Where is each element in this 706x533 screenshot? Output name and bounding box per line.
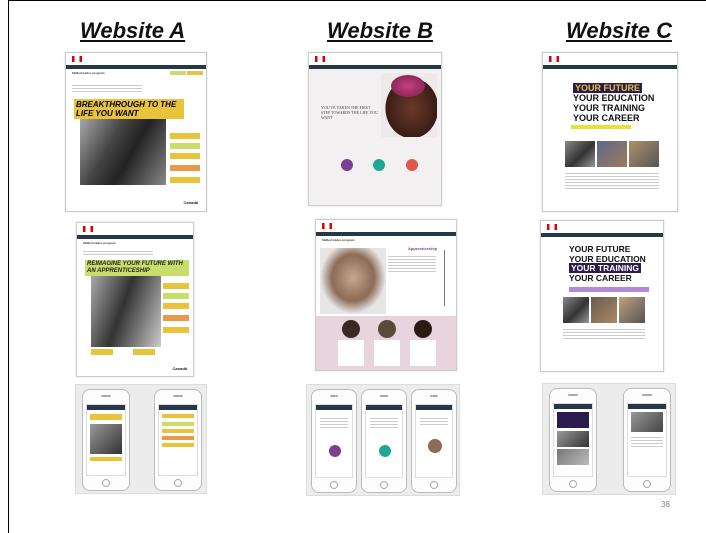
website-b-desktop-2: Skilled trades program Apprenticeship bbox=[315, 219, 457, 371]
column-title-website-b: Website B bbox=[327, 18, 433, 43]
phone-screen bbox=[86, 404, 126, 476]
link-button-2[interactable] bbox=[163, 293, 189, 299]
canada-flag-icon bbox=[549, 56, 559, 62]
phone-mockup-3 bbox=[411, 389, 457, 493]
canada-wordmark: Canadä bbox=[172, 366, 187, 371]
website-c-desktop-1: Your future Your education Your training… bbox=[542, 52, 678, 212]
body-text-lines bbox=[388, 254, 436, 274]
phone-mockup-2 bbox=[623, 388, 671, 492]
gc-header bbox=[541, 221, 663, 233]
website-c-desktop-2: Your future Your education Your training… bbox=[540, 220, 664, 372]
nav-bar bbox=[541, 233, 663, 237]
canada-flag-icon bbox=[322, 223, 332, 229]
card-1[interactable] bbox=[338, 340, 364, 366]
phone-screen bbox=[158, 404, 198, 476]
card-photo-2 bbox=[378, 320, 396, 338]
tag-yellow bbox=[187, 71, 203, 75]
link-button-2[interactable] bbox=[170, 143, 200, 149]
body-text-lines bbox=[72, 83, 142, 93]
link-button-5[interactable] bbox=[163, 327, 189, 333]
card-text bbox=[563, 327, 645, 341]
nav-bar bbox=[543, 65, 677, 69]
hero-headline: Reimagine your future with an apprentice… bbox=[85, 260, 189, 276]
category-icon-2[interactable] bbox=[373, 159, 385, 171]
gc-header bbox=[66, 53, 206, 65]
card-photo-3 bbox=[619, 297, 645, 323]
timeline bbox=[444, 250, 445, 306]
body-text-lines bbox=[83, 249, 153, 257]
gc-header bbox=[316, 220, 456, 232]
phone-screen bbox=[627, 403, 667, 477]
canada-flag-icon bbox=[72, 56, 82, 62]
link-button-3[interactable] bbox=[170, 153, 200, 159]
link-button-4[interactable] bbox=[163, 315, 189, 321]
website-a-mobile-screens bbox=[75, 384, 207, 494]
card-photo-2 bbox=[597, 141, 627, 167]
card-2[interactable] bbox=[374, 340, 400, 366]
website-b-desktop-1: You've taken the first step towards the … bbox=[308, 52, 442, 206]
page-number: 38 bbox=[661, 500, 670, 509]
phone-screen bbox=[315, 404, 353, 478]
link-button-3[interactable] bbox=[163, 303, 189, 309]
bottom-tag-2[interactable] bbox=[133, 349, 155, 355]
website-c-mobile-screens bbox=[542, 383, 676, 495]
link-button-1[interactable] bbox=[163, 283, 189, 289]
card-text bbox=[565, 171, 659, 189]
card-photo-3 bbox=[414, 320, 432, 338]
canada-flag-icon bbox=[547, 224, 557, 230]
card-photo-1 bbox=[342, 320, 360, 338]
hero-headline: Your future Your education Your training… bbox=[573, 83, 655, 123]
column-title-website-c: Website C bbox=[566, 18, 672, 43]
card-photo-1 bbox=[565, 141, 595, 167]
highlight-bar bbox=[571, 125, 631, 129]
tag-green bbox=[170, 71, 186, 75]
gc-header bbox=[543, 53, 677, 65]
hero-photo bbox=[91, 275, 161, 347]
phone-mockup-2 bbox=[361, 389, 407, 493]
canada-flag-icon bbox=[83, 226, 93, 232]
card-photo-1 bbox=[563, 297, 589, 323]
section-title: Skilled trades program bbox=[322, 238, 355, 242]
hero-photo bbox=[320, 248, 386, 314]
bottom-tag-1[interactable] bbox=[91, 349, 113, 355]
hero-headline: Breakthrough to the life you want bbox=[74, 99, 184, 119]
phone-mockup-1 bbox=[311, 389, 357, 493]
website-a-desktop-2: Skilled trades program Reimagine your fu… bbox=[76, 222, 194, 377]
column-title-website-a: Website A bbox=[80, 18, 186, 43]
card-3[interactable] bbox=[410, 340, 436, 366]
link-button-5[interactable] bbox=[170, 177, 200, 183]
phone-mockup-1 bbox=[82, 389, 130, 491]
canada-flag-icon bbox=[315, 56, 325, 62]
phone-mockup-1 bbox=[549, 388, 597, 492]
link-button-1[interactable] bbox=[170, 133, 200, 139]
canada-wordmark: Canadä bbox=[183, 200, 198, 205]
subhead: Apprenticeship bbox=[408, 246, 438, 251]
website-b-mobile-screens bbox=[306, 384, 460, 496]
category-icon-3[interactable] bbox=[406, 159, 418, 171]
headwrap bbox=[391, 75, 425, 97]
phone-mockup-2 bbox=[154, 389, 202, 491]
nav-bar bbox=[309, 65, 441, 69]
category-icon-1[interactable] bbox=[341, 159, 353, 171]
phone-screen bbox=[415, 404, 453, 478]
hero-tagline: You've taken the first step towards the … bbox=[321, 105, 379, 120]
card-photo-2 bbox=[591, 297, 617, 323]
hero-headline: Your future Your education Your training… bbox=[569, 244, 646, 283]
phone-screen bbox=[553, 403, 593, 477]
website-a-desktop-1: Skilled trades program Breakthrough to t… bbox=[65, 52, 207, 212]
card-photo-3 bbox=[629, 141, 659, 167]
gc-header bbox=[77, 223, 193, 235]
link-button-4[interactable] bbox=[170, 165, 200, 171]
section-title: Skilled trades program bbox=[83, 241, 116, 245]
highlight-bar bbox=[569, 287, 649, 292]
phone-screen bbox=[365, 404, 403, 478]
gc-header bbox=[309, 53, 441, 65]
